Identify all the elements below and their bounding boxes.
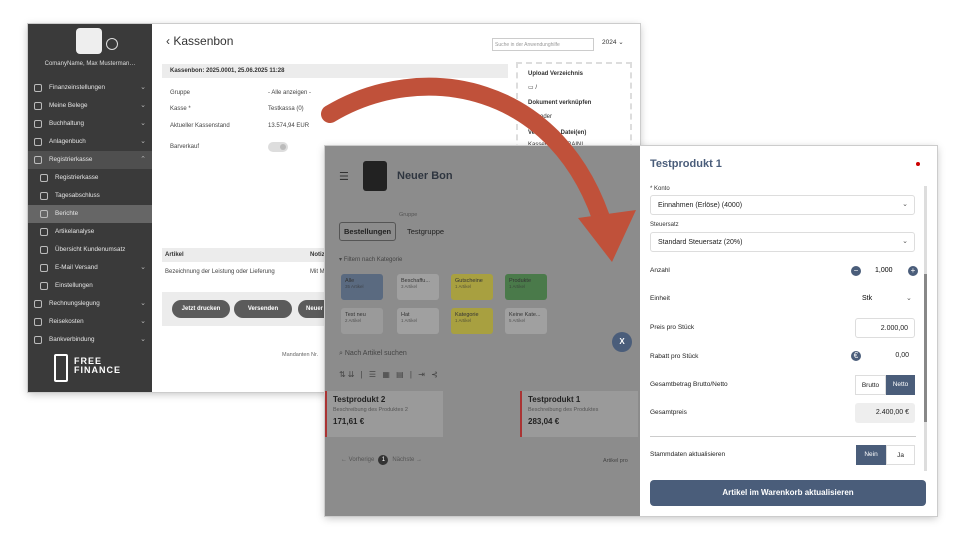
callout-arrow	[321, 77, 636, 262]
